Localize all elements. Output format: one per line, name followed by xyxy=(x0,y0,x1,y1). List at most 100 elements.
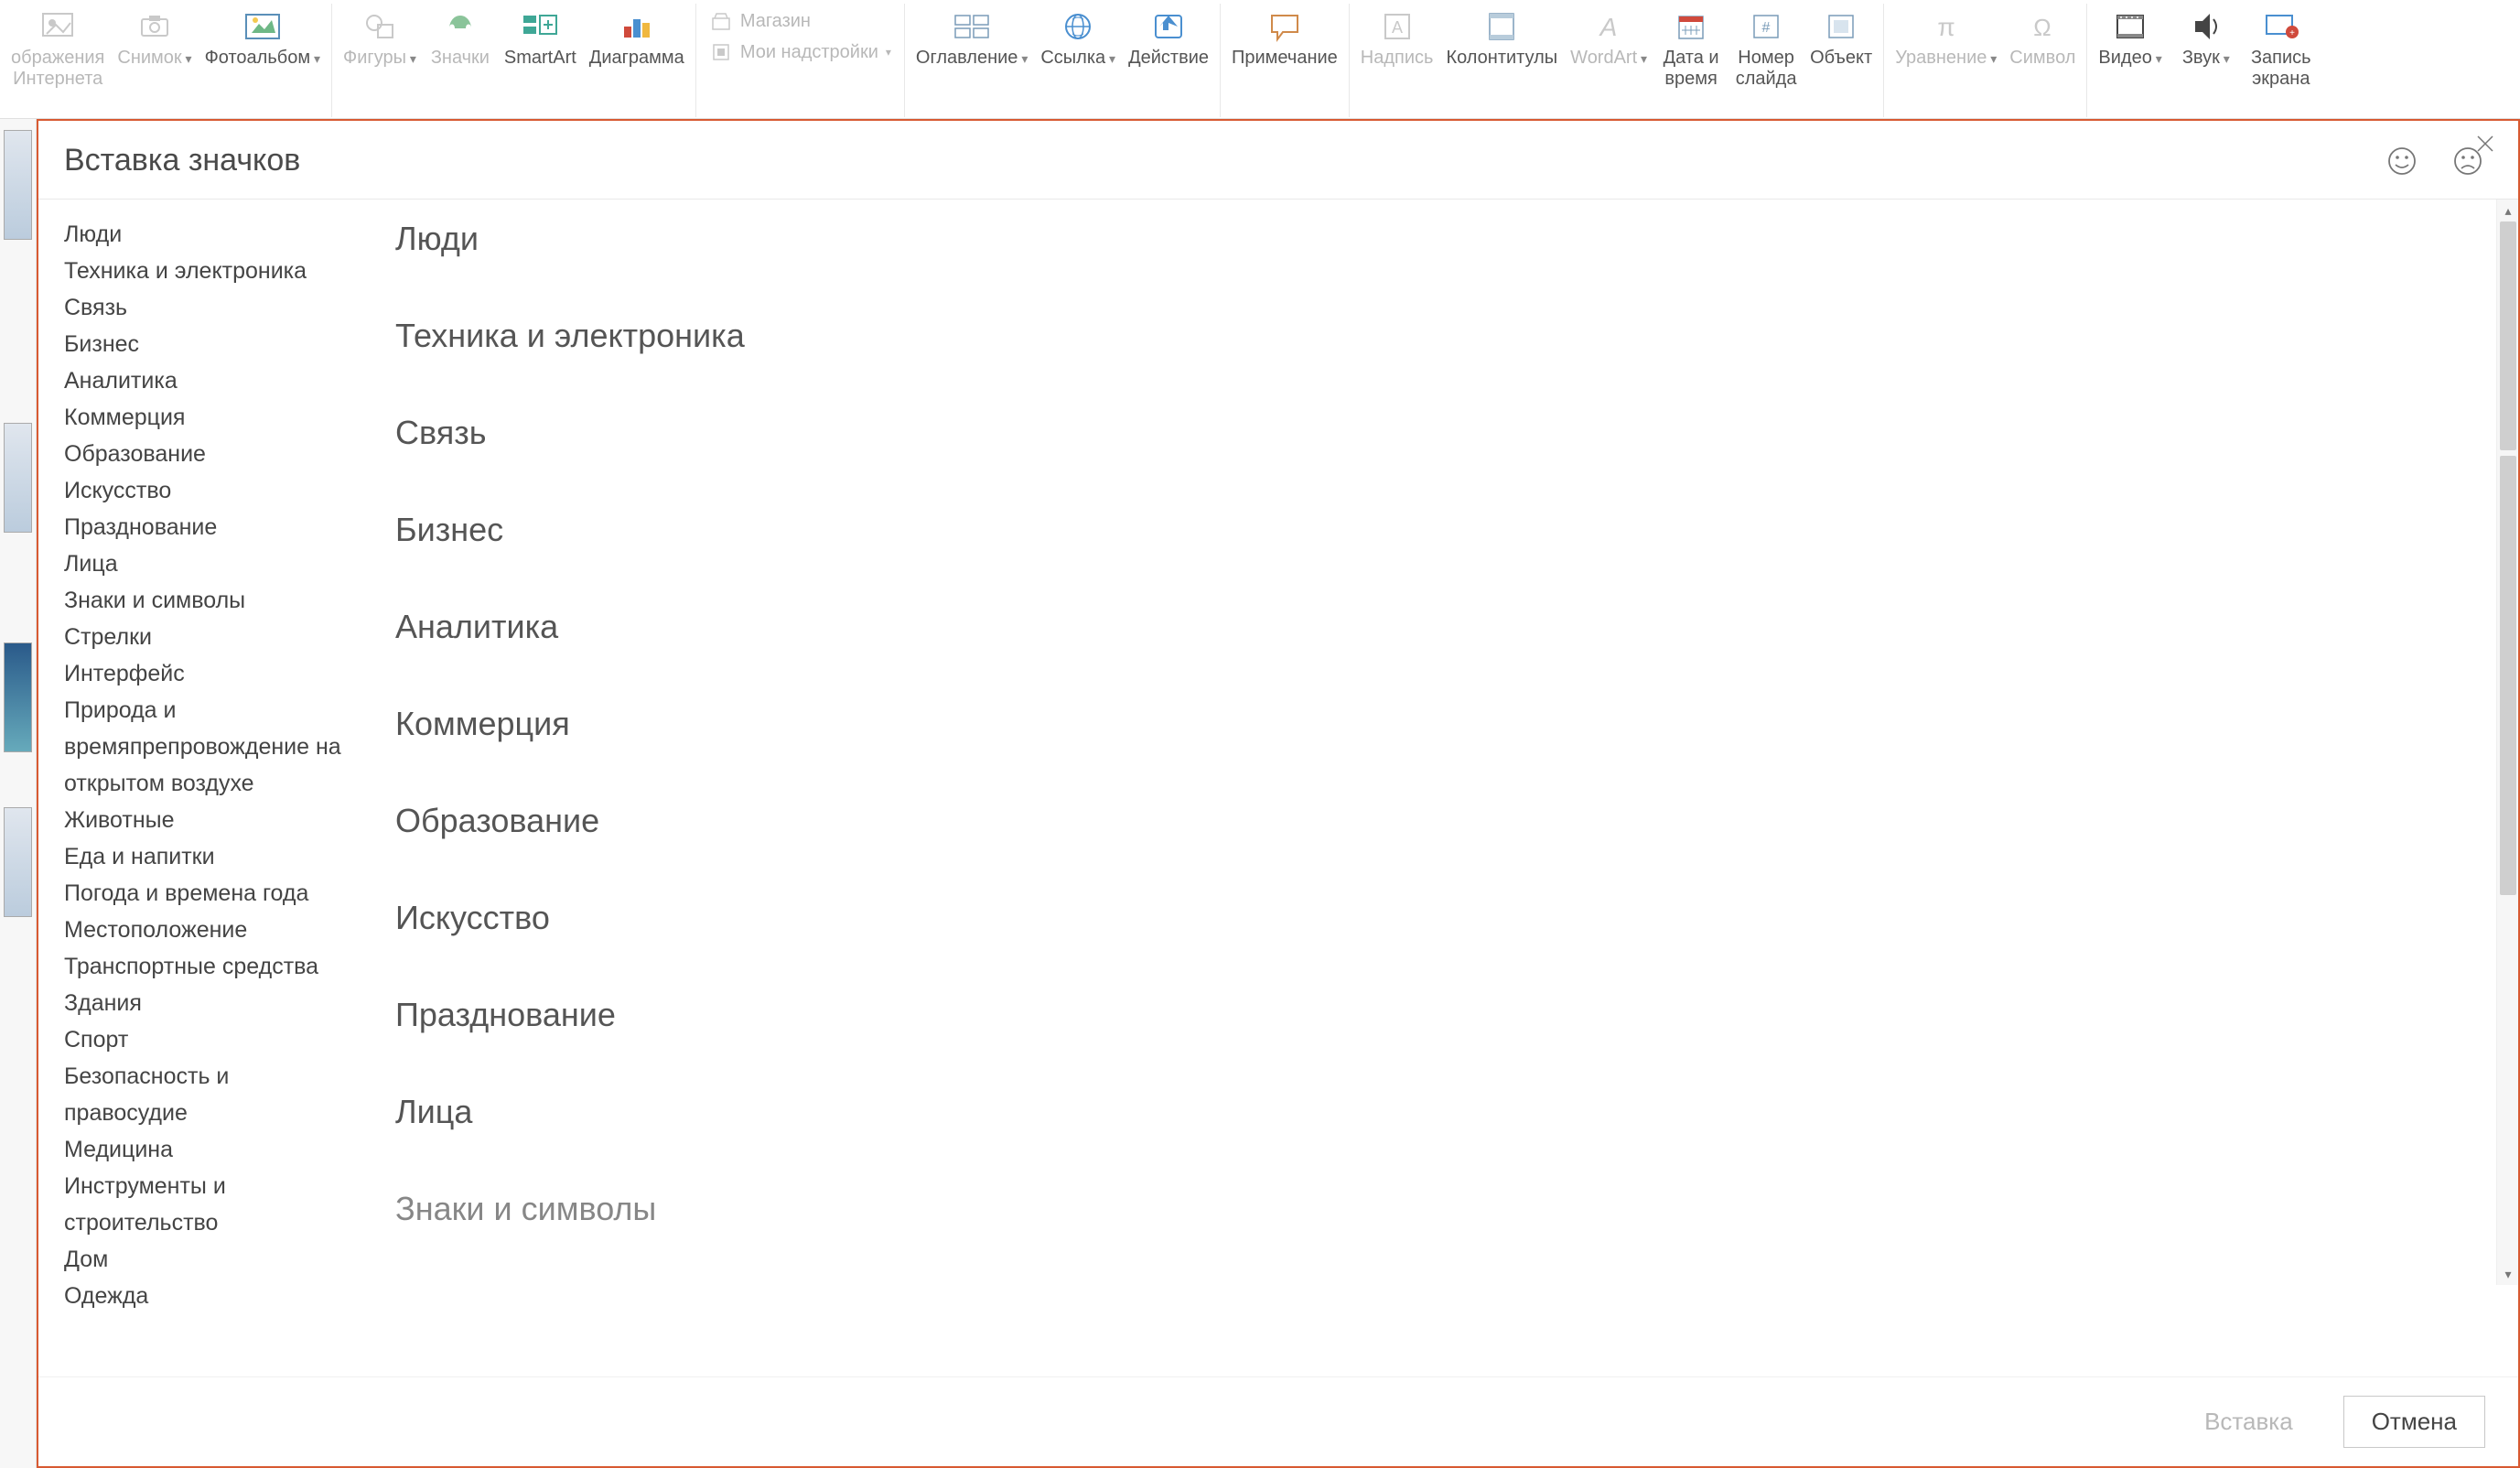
ribbon-equation[interactable]: π Уравнение xyxy=(1890,4,2002,72)
ribbon-object[interactable]: Объект xyxy=(1804,4,1878,72)
icons-content: ЛюдиТехника и электроникаСвязьБизнесАнал… xyxy=(368,200,2518,1376)
toc-icon xyxy=(951,7,993,46)
sidebar-category-item[interactable]: Дом xyxy=(64,1241,368,1278)
ribbon-label: Снимок xyxy=(117,48,191,69)
sidebar-category-item[interactable]: Знаки и символы xyxy=(64,582,368,619)
scroll-thumb[interactable] xyxy=(2500,456,2516,895)
ribbon-symbol[interactable]: Ω Символ xyxy=(2004,4,2081,72)
category-sidebar: ЛюдиТехника и электроникаСвязьБизнесАнал… xyxy=(38,200,368,1376)
ribbon-store[interactable]: Магазин xyxy=(709,9,891,33)
video-icon xyxy=(2109,7,2151,46)
symbol-icon: Ω xyxy=(2021,7,2063,46)
content-section-heading: Искусство xyxy=(395,899,2491,937)
ribbon-slidenum[interactable]: # Номер слайда xyxy=(1729,4,1803,93)
ribbon-smartart[interactable]: SmartArt xyxy=(499,4,582,72)
ribbon-label: Объект xyxy=(1810,48,1872,69)
scroll-up-icon[interactable]: ▴ xyxy=(2497,200,2518,221)
ribbon-toc[interactable]: Оглавление xyxy=(910,4,1033,72)
ribbon-link[interactable]: Ссылка xyxy=(1035,4,1121,72)
ribbon-screenshot[interactable]: Снимок xyxy=(112,4,197,72)
ribbon-datetime[interactable]: Дата и время xyxy=(1654,4,1728,93)
textbox-icon: A xyxy=(1376,7,1418,46)
ribbon-label: Значки xyxy=(431,48,490,69)
sidebar-category-item[interactable]: Животные xyxy=(64,802,368,838)
content-section-heading: Связь xyxy=(395,414,2491,452)
photoalbum-icon xyxy=(242,7,284,46)
sidebar-category-item[interactable]: Аналитика xyxy=(64,362,368,399)
sidebar-category-item[interactable]: Люди xyxy=(64,216,368,253)
ribbon-textbox[interactable]: A Надпись xyxy=(1355,4,1439,72)
ribbon-images-internet[interactable]: ображения Интернета xyxy=(5,4,110,93)
ribbon-label: Надпись xyxy=(1361,48,1434,69)
ribbon-group-text: A Надпись Колонтитулы A WordArt Дата и в… xyxy=(1350,4,1884,117)
store-icon xyxy=(709,9,733,33)
ribbon-comment[interactable]: Примечание xyxy=(1226,4,1343,72)
content-section-heading: Лица xyxy=(395,1093,2491,1131)
content-section-heading: Коммерция xyxy=(395,705,2491,743)
svg-text:π: π xyxy=(1937,13,1955,41)
cancel-button[interactable]: Отмена xyxy=(2343,1396,2485,1448)
sidebar-category-item[interactable]: Местоположение xyxy=(64,912,368,948)
sidebar-category-item[interactable]: Транспортные средства xyxy=(64,948,368,985)
svg-text:+: + xyxy=(2289,28,2295,38)
scroll-thumb[interactable] xyxy=(2500,221,2516,450)
content-section-heading: Знаки и символы xyxy=(395,1190,2491,1228)
datetime-icon xyxy=(1670,7,1712,46)
sidebar-category-item[interactable]: Еда и напитки xyxy=(64,838,368,875)
ribbon-video[interactable]: Видео xyxy=(2093,4,2167,72)
sidebar-category-item[interactable]: Природа и времяпрепровождение на открыто… xyxy=(64,692,368,802)
ribbon-action[interactable]: Действие xyxy=(1123,4,1214,72)
ribbon-store-label: Магазин xyxy=(740,11,811,32)
ribbon-photoalbum[interactable]: Фотоальбом xyxy=(199,4,326,72)
sidebar-category-item[interactable]: Празднование xyxy=(64,509,368,545)
sidebar-category-item[interactable]: Искусство xyxy=(64,472,368,509)
ribbon-shapes[interactable]: Фигуры xyxy=(338,4,422,72)
sidebar-category-item[interactable]: Лица xyxy=(64,545,368,582)
ribbon-icons[interactable]: Значки xyxy=(424,4,497,72)
close-button[interactable] xyxy=(2474,132,2496,161)
ribbon-headerfooter[interactable]: Колонтитулы xyxy=(1440,4,1563,72)
slides-thumbnail-edge xyxy=(0,119,37,1468)
sidebar-category-item[interactable]: Стрелки xyxy=(64,619,368,655)
images-internet-icon xyxy=(37,7,79,46)
ribbon-wordart[interactable]: A WordArt xyxy=(1565,4,1653,72)
sidebar-category-item[interactable]: Интерфейс xyxy=(64,655,368,692)
sidebar-category-item[interactable]: Погода и времена года xyxy=(64,875,368,912)
sidebar-category-item[interactable]: Спорт xyxy=(64,1021,368,1058)
ribbon-chart[interactable]: Диаграмма xyxy=(584,4,690,72)
ribbon-label: SmartArt xyxy=(504,48,576,69)
ribbon-label: Номер слайда xyxy=(1736,48,1797,90)
ribbon-label: Фигуры xyxy=(343,48,416,69)
ribbon-group-links: Оглавление Ссылка Действие xyxy=(905,4,1221,117)
sidebar-category-item[interactable]: Медицина xyxy=(64,1131,368,1168)
dialog-footer: Вставка Отмена xyxy=(38,1376,2518,1466)
ribbon-label: Звук xyxy=(2182,48,2230,69)
camera-icon xyxy=(134,7,176,46)
sidebar-category-item[interactable]: Образование xyxy=(64,436,368,472)
sidebar-category-item[interactable]: Коммерция xyxy=(64,399,368,436)
ribbon-label: Символ xyxy=(2009,48,2075,69)
sidebar-category-item[interactable]: Безопасность и правосудие xyxy=(64,1058,368,1131)
chart-icon xyxy=(616,7,658,46)
sidebar-category-item[interactable]: Техника и электроника xyxy=(64,253,368,289)
dialog-title: Вставка значков xyxy=(64,143,300,178)
scrollbar[interactable]: ▴ ▾ xyxy=(2496,200,2518,1285)
scroll-down-icon[interactable]: ▾ xyxy=(2497,1263,2518,1285)
ribbon-toolbar: ображения Интернета Снимок Фотоальбом Фи… xyxy=(0,0,2520,119)
equation-icon: π xyxy=(1925,7,1967,46)
sidebar-category-item[interactable]: Здания xyxy=(64,985,368,1021)
svg-text:#: # xyxy=(1762,20,1771,36)
content-section-heading: Бизнес xyxy=(395,511,2491,549)
sidebar-category-item[interactable]: Бизнес xyxy=(64,326,368,362)
content-section-heading: Образование xyxy=(395,802,2491,840)
sidebar-category-item[interactable]: Инструменты и строительство xyxy=(64,1168,368,1241)
ribbon-screenrec[interactable]: + Запись экрана xyxy=(2245,4,2318,93)
ribbon-label: Уравнение xyxy=(1895,48,1997,69)
feedback-smile-button[interactable] xyxy=(2385,144,2419,178)
sidebar-category-item[interactable]: Связь xyxy=(64,289,368,326)
ribbon-audio[interactable]: Звук xyxy=(2170,4,2243,72)
shapes-icon xyxy=(359,7,401,46)
ribbon-my-addins[interactable]: Мои надстройки ▾ xyxy=(709,40,891,64)
insert-button[interactable]: Вставка xyxy=(2176,1396,2321,1448)
sidebar-category-item[interactable]: Одежда xyxy=(64,1278,368,1314)
